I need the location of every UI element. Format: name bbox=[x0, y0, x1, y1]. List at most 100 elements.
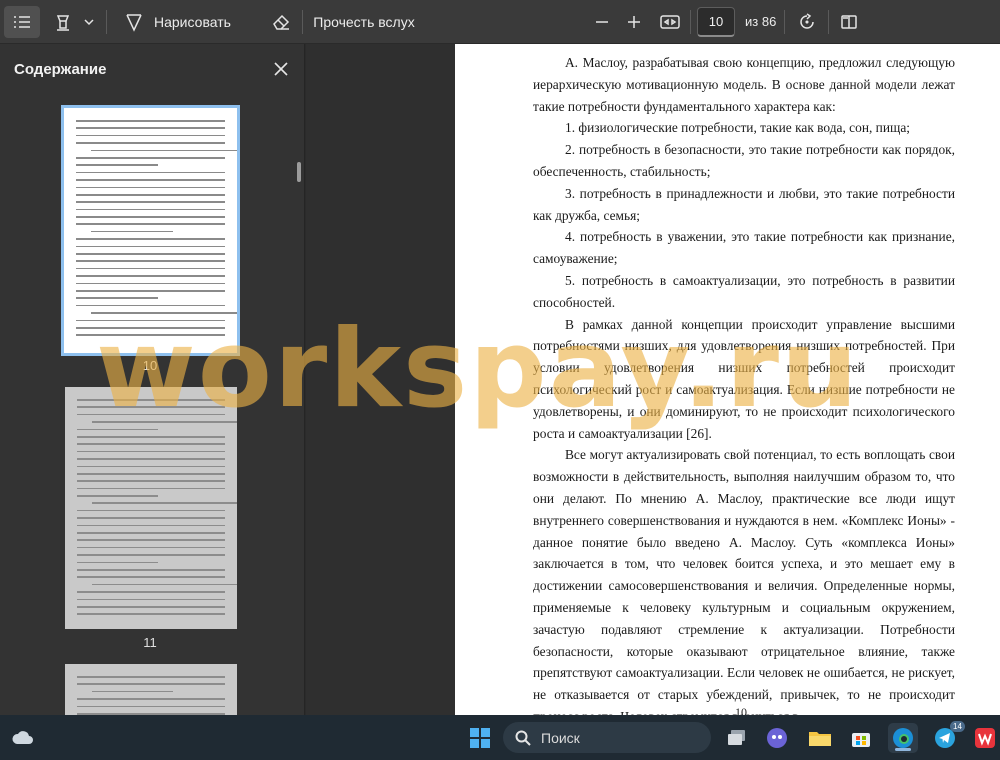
page-text: А. Маслоу, разрабатывая свою концепцию, … bbox=[533, 52, 955, 715]
thumbnail-line bbox=[77, 480, 225, 482]
thumbnail-line bbox=[91, 421, 237, 423]
thumbnail-line bbox=[77, 532, 225, 534]
thumbnail-line bbox=[77, 561, 159, 564]
thumbnail-line bbox=[77, 568, 225, 571]
contents-sidebar: Содержание 10 11 bbox=[0, 44, 305, 715]
toolbar-divider bbox=[106, 10, 107, 34]
pdf-viewer-window: Нарисовать Прочесть вслух из 86 bbox=[0, 0, 1000, 760]
paragraph: В рамках данной концепции происходит упр… bbox=[533, 316, 955, 441]
zoom-in-button[interactable] bbox=[622, 6, 646, 38]
thumbnail-line bbox=[76, 238, 225, 240]
paragraph: 5. потребность в самоактуализации, это п… bbox=[533, 272, 955, 310]
read-aloud-button[interactable]: Прочесть вслух bbox=[312, 6, 416, 38]
thumbnail-line bbox=[77, 450, 225, 453]
weather-widget[interactable] bbox=[8, 723, 38, 753]
thumbnail-text bbox=[76, 120, 237, 343]
thumbnail-text bbox=[77, 399, 237, 619]
thumbnail-line bbox=[77, 517, 225, 519]
document-viewer[interactable]: А. Маслоу, разрабатывая свою концепцию, … bbox=[306, 44, 1000, 715]
thumbnail-line bbox=[77, 576, 225, 578]
thumbnail-line bbox=[90, 230, 173, 233]
page-number-input[interactable] bbox=[697, 7, 735, 37]
thumbnail-line bbox=[77, 443, 225, 445]
document-page: А. Маслоу, разрабатывая свою концепцию, … bbox=[455, 44, 1000, 715]
thumbnail-line bbox=[76, 223, 225, 226]
wps-icon bbox=[975, 728, 995, 748]
thumbnail-page-number: 10 bbox=[142, 358, 158, 373]
taskbar-search[interactable]: Поиск bbox=[503, 722, 711, 753]
thumbnail-line bbox=[76, 179, 225, 181]
thumbnail-line bbox=[77, 406, 225, 408]
edge-browser-button[interactable] bbox=[888, 723, 918, 753]
page-thumbnail-11[interactable] bbox=[65, 387, 237, 629]
list-icon bbox=[14, 16, 30, 28]
thumbnail-line bbox=[77, 435, 225, 438]
thumbnail-line bbox=[77, 509, 225, 512]
wps-office-button[interactable] bbox=[970, 723, 1000, 753]
thumbnail-line bbox=[91, 690, 174, 693]
thumbnail-line bbox=[76, 142, 225, 144]
plus-icon bbox=[628, 16, 640, 28]
zoom-out-button[interactable] bbox=[590, 6, 614, 38]
page-thumbnail-12[interactable] bbox=[65, 664, 237, 715]
thumbnail-line bbox=[77, 399, 225, 401]
paragraph: А. Маслоу, разрабатывая свою концепцию, … bbox=[533, 55, 955, 114]
contents-toggle-button[interactable] bbox=[4, 6, 40, 38]
search-placeholder: Поиск bbox=[541, 729, 580, 746]
rotate-button[interactable] bbox=[794, 6, 820, 38]
read-aloud-label: Прочесть вслух bbox=[313, 14, 415, 30]
task-view-button[interactable] bbox=[722, 723, 752, 753]
file-explorer-button[interactable] bbox=[805, 723, 835, 753]
thumbnail-line bbox=[76, 334, 225, 336]
telegram-button[interactable]: 14 bbox=[930, 721, 965, 753]
thumbnail-line bbox=[77, 676, 225, 678]
close-icon bbox=[274, 62, 288, 76]
sidebar-close-button[interactable] bbox=[268, 56, 294, 82]
thumbnail-line bbox=[77, 683, 225, 685]
toolbar-divider bbox=[302, 10, 303, 34]
highlight-options-button[interactable] bbox=[80, 6, 98, 38]
thumbnail-line bbox=[77, 554, 225, 556]
page-thumbnail-10[interactable] bbox=[61, 105, 240, 356]
thumbnail-line bbox=[76, 193, 225, 196]
draw-button[interactable]: Нарисовать bbox=[124, 6, 236, 38]
page-view-button[interactable] bbox=[836, 6, 862, 38]
cloud-icon bbox=[12, 731, 33, 744]
draw-label: Нарисовать bbox=[154, 14, 231, 30]
thumbnail-line bbox=[77, 524, 225, 527]
thumbnail-line bbox=[90, 149, 237, 152]
start-button[interactable] bbox=[465, 723, 495, 753]
thumbnail-line bbox=[76, 253, 225, 255]
thumbnail-line bbox=[76, 201, 225, 203]
page-view-icon bbox=[841, 15, 857, 29]
store-button[interactable] bbox=[846, 723, 876, 753]
sidebar-scrollbar[interactable] bbox=[297, 162, 301, 182]
thumbnail-line bbox=[76, 127, 225, 129]
toolbar-divider bbox=[784, 10, 785, 34]
eraser-button[interactable] bbox=[268, 6, 294, 38]
pen-icon bbox=[126, 14, 142, 32]
paragraph: Все могут актуализировать свой потенциал… bbox=[533, 447, 955, 715]
thumbnail-line bbox=[76, 156, 225, 159]
thumbnail-line bbox=[77, 539, 225, 542]
thumbnail-line bbox=[76, 319, 225, 322]
thumbnail-line bbox=[77, 487, 225, 490]
highlight-button[interactable] bbox=[50, 6, 76, 38]
edge-icon bbox=[893, 728, 913, 748]
windows-icon bbox=[470, 728, 490, 748]
chat-app-button[interactable] bbox=[762, 723, 792, 753]
page-total: из 86 bbox=[745, 14, 777, 29]
thumbnail-line bbox=[77, 705, 225, 708]
thumbnail-line bbox=[76, 275, 225, 277]
task-view-icon bbox=[728, 730, 745, 745]
thumbnail-line bbox=[76, 245, 225, 248]
thumbnail-line bbox=[77, 472, 225, 475]
thumbnail-line bbox=[77, 458, 225, 460]
eraser-icon bbox=[273, 14, 290, 30]
thumbnail-page-number: 11 bbox=[143, 635, 157, 650]
thumbnail-line bbox=[76, 120, 225, 122]
thumbnail-line bbox=[76, 304, 225, 307]
thumbnail-line bbox=[76, 171, 225, 174]
fit-width-button[interactable] bbox=[656, 6, 684, 38]
store-icon bbox=[852, 733, 870, 747]
